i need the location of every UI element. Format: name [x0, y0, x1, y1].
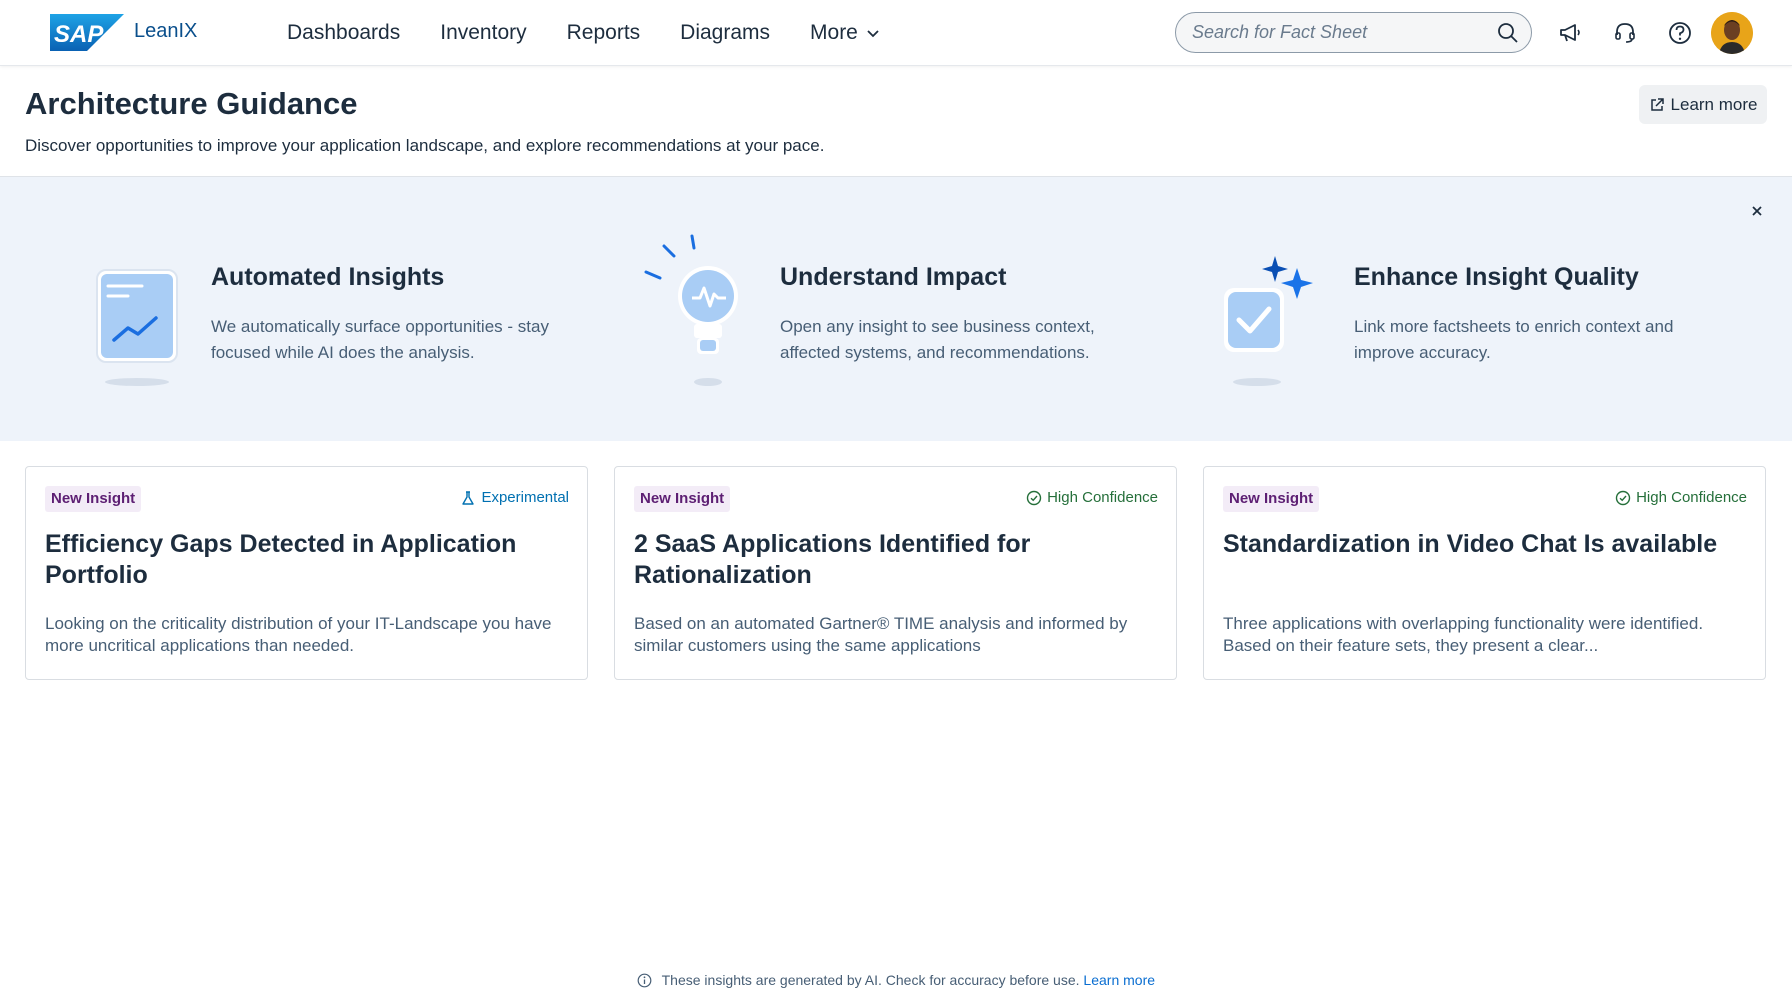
- feature-text: Link more factsheets to enrich context a…: [1354, 317, 1674, 362]
- disclaimer-learn-more-link[interactable]: Learn more: [1083, 972, 1155, 988]
- chevron-down-icon: [867, 30, 879, 38]
- top-navigation-bar: SAP LeanIX Dashboards Inventory Reports …: [0, 0, 1792, 66]
- user-portrait-icon: [1711, 12, 1753, 54]
- insight-description: Looking on the criticality distribution …: [45, 614, 552, 655]
- search-icon[interactable]: [1497, 22, 1519, 44]
- sparkle-check-icon: [1224, 256, 1313, 386]
- insight-title: Standardization in Video Chat Is availab…: [1223, 530, 1718, 558]
- nav-label: Inventory: [440, 21, 527, 44]
- info-icon: [637, 973, 652, 988]
- insight-card[interactable]: New Insight Experimental Efficiency Gaps…: [25, 466, 588, 680]
- external-link-icon: [1650, 97, 1664, 111]
- nav-more-dropdown[interactable]: More: [810, 18, 880, 48]
- confidence-indicator: High Confidence: [1026, 489, 1158, 506]
- check-circle-icon: [1026, 490, 1042, 505]
- feature-text: Open any insight to see business context…: [780, 317, 1095, 362]
- feature-title: Understand Impact: [780, 263, 1007, 291]
- nav-label: Dashboards: [287, 21, 401, 44]
- lightbulb-icon: [644, 234, 738, 386]
- nav-diagrams[interactable]: Diagrams: [680, 18, 770, 48]
- insight-card[interactable]: New Insight High Confidence 2 SaaS Appli…: [614, 466, 1177, 680]
- new-insight-badge: New Insight: [1223, 486, 1320, 512]
- feature-text: We automatically surface opportunities -…: [211, 317, 549, 362]
- learn-more-button[interactable]: Learn more: [1639, 85, 1767, 124]
- svg-text:SAP: SAP: [54, 21, 104, 48]
- sap-logo[interactable]: SAP: [50, 14, 124, 51]
- learn-more-label: Learn more: [1670, 94, 1758, 114]
- check-circle-icon: [1615, 490, 1631, 505]
- insight-title: Efficiency Gaps Detected in Application …: [45, 530, 517, 589]
- flask-icon: [462, 490, 475, 505]
- disclaimer-text: These insights are generated by AI. Chec…: [661, 972, 1080, 988]
- new-insight-badge: New Insight: [45, 486, 142, 512]
- ai-disclaimer: These insights are generated by AI. Chec…: [0, 972, 1792, 988]
- confidence-indicator: Experimental: [460, 489, 569, 506]
- chart-document-icon: [96, 269, 178, 386]
- close-icon[interactable]: [1748, 202, 1766, 220]
- page-subtitle: Discover opportunities to improve your a…: [25, 136, 825, 155]
- product-name[interactable]: LeanIX: [134, 20, 197, 43]
- insight-description: Three applications with overlapping func…: [1223, 614, 1704, 655]
- feature-title: Enhance Insight Quality: [1354, 263, 1639, 291]
- megaphone-icon[interactable]: [1557, 20, 1583, 46]
- help-icon[interactable]: [1667, 20, 1693, 46]
- user-avatar[interactable]: [1711, 12, 1753, 54]
- nav-dashboards[interactable]: Dashboards: [287, 18, 400, 48]
- nav-label: Diagrams: [680, 21, 771, 44]
- main-navigation: Dashboards Inventory Reports Diagrams Mo…: [287, 18, 920, 48]
- nav-inventory[interactable]: Inventory: [440, 18, 526, 48]
- confidence-label: High Confidence: [1636, 489, 1747, 506]
- nav-label: Reports: [566, 21, 641, 44]
- insight-description: Based on an automated Gartner® TIME anal…: [634, 614, 1128, 655]
- insight-title: 2 SaaS Applications Identified for Ratio…: [634, 530, 1031, 589]
- confidence-label: High Confidence: [1047, 489, 1158, 506]
- fact-sheet-search: [1175, 12, 1532, 53]
- confidence-indicator: High Confidence: [1615, 489, 1747, 506]
- nav-reports[interactable]: Reports: [567, 18, 641, 48]
- feature-title: Automated Insights: [211, 263, 445, 291]
- insight-card[interactable]: New Insight High Confidence Standardizat…: [1203, 466, 1766, 680]
- new-insight-badge: New Insight: [634, 486, 731, 512]
- headset-icon[interactable]: [1612, 20, 1638, 46]
- nav-label: More: [810, 21, 858, 44]
- search-input[interactable]: [1192, 22, 1482, 43]
- insights-intro-banner: [0, 177, 1792, 441]
- page-title: Architecture Guidance: [25, 86, 358, 121]
- confidence-label: Experimental: [481, 489, 569, 506]
